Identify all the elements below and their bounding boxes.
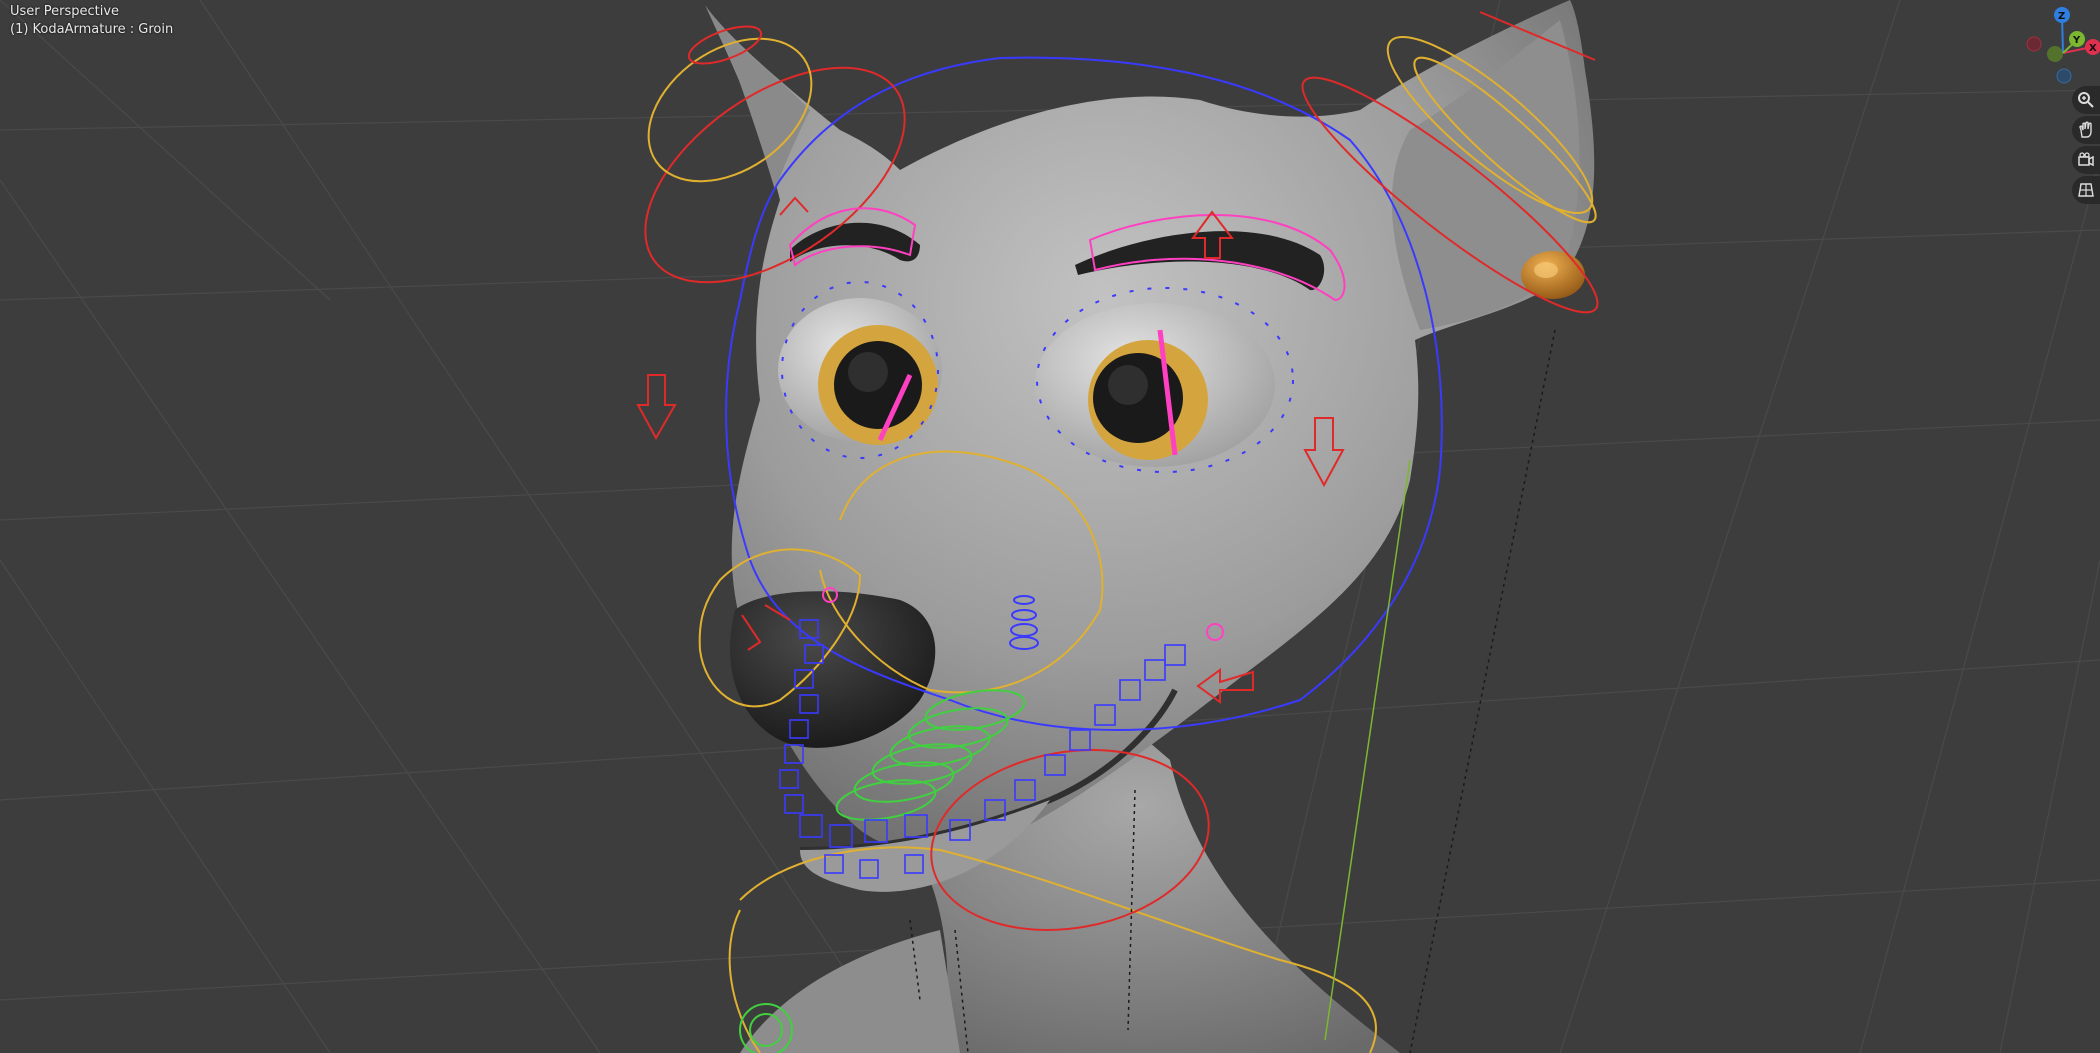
shoulder-mesh[interactable] bbox=[740, 930, 960, 1053]
grid-ortho-icon bbox=[2078, 183, 2094, 197]
camera-view-button[interactable] bbox=[2072, 146, 2100, 174]
view-mode-label: User Perspective bbox=[10, 4, 120, 19]
ortho-toggle-button[interactable] bbox=[2072, 176, 2100, 204]
relation-line-1 bbox=[1409, 329, 1556, 1053]
pan-button[interactable] bbox=[2072, 116, 2100, 144]
zoom-icon bbox=[2078, 92, 2094, 108]
active-object-info: (1) KodaArmature : Groin bbox=[10, 22, 174, 37]
navigation-gizmo[interactable]: Z Y X bbox=[2026, 7, 2100, 84]
camera-icon bbox=[2078, 152, 2094, 167]
zoom-button[interactable] bbox=[2072, 86, 2100, 114]
gizmo-y-negative[interactable] bbox=[2056, 68, 2072, 84]
gizmo-x-label: X bbox=[2089, 43, 2097, 54]
gizmo-y-label: Y bbox=[2072, 35, 2081, 46]
gizmo-y-negative-2[interactable] bbox=[2047, 46, 2063, 62]
3d-viewport[interactable]: Z Y X bbox=[0, 0, 2100, 1053]
gizmo-z-label: Z bbox=[2058, 11, 2065, 22]
gizmo-x-negative[interactable] bbox=[2026, 36, 2042, 52]
hand-pan-icon bbox=[2079, 121, 2092, 138]
